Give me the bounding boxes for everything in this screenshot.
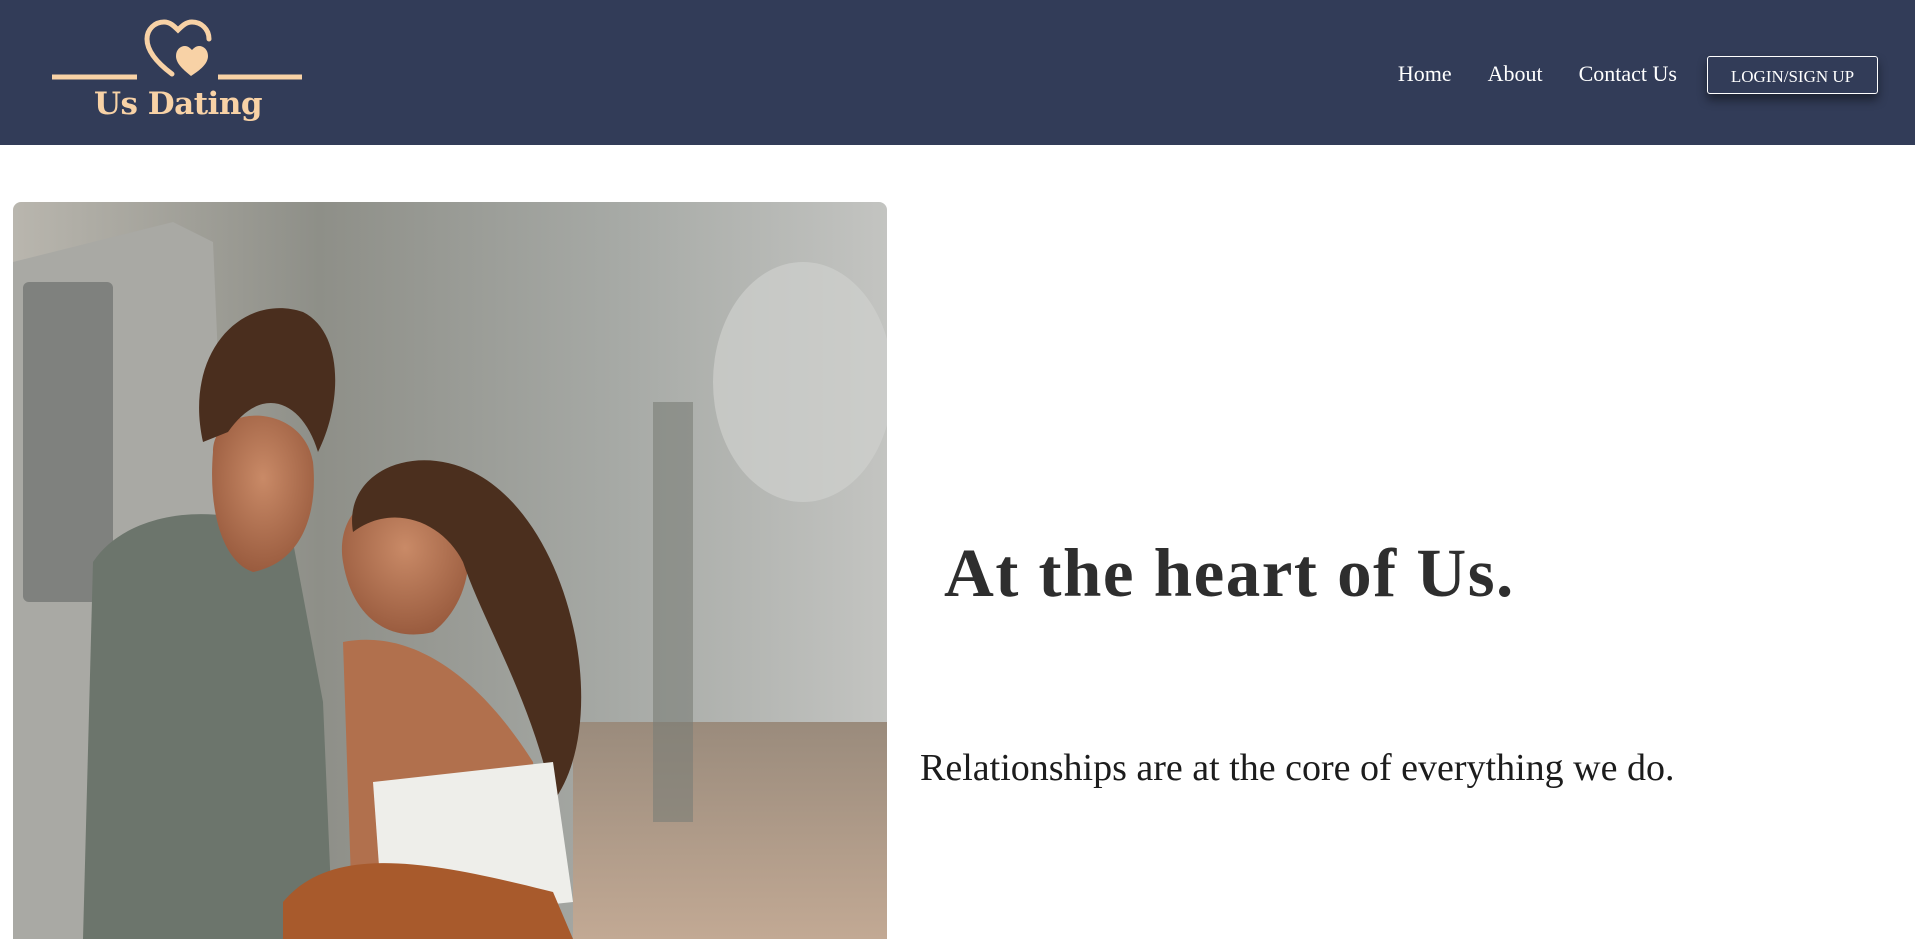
- login-signup-button[interactable]: LOGIN/SIGN UP: [1707, 56, 1878, 94]
- main-nav: Home About Contact Us: [1398, 60, 1677, 88]
- hero-couple-image: [13, 202, 887, 939]
- nav-about-link[interactable]: About: [1488, 60, 1543, 88]
- top-navbar: Us Dating Home About Contact Us LOGIN/SI…: [0, 0, 1915, 145]
- hero-subtext: Relationships are at the core of everyth…: [920, 747, 1675, 789]
- brand-logo[interactable]: Us Dating: [52, 18, 304, 128]
- brand-name: Us Dating: [93, 86, 263, 122]
- couple-photo: [13, 202, 887, 939]
- nav-contact-link[interactable]: Contact Us: [1579, 60, 1677, 88]
- double-heart-icon: [52, 19, 302, 80]
- hero-heading: At the heart of Us.: [944, 535, 1515, 611]
- nav-home-link[interactable]: Home: [1398, 60, 1452, 88]
